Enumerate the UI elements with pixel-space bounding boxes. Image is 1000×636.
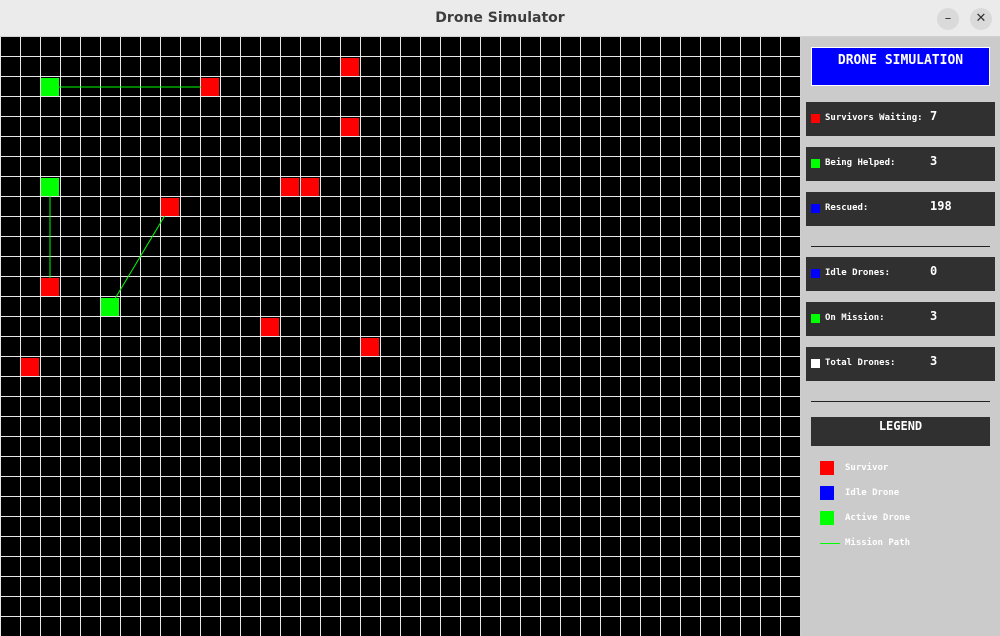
active-drone-marker[interactable] (101, 298, 119, 316)
simulation-grid[interactable] (0, 37, 800, 636)
legend-label: Mission Path (845, 538, 911, 548)
stat-value: 3 (930, 154, 938, 168)
legend-label: Active Drone (845, 513, 911, 523)
active-drone-swatch-icon (820, 511, 834, 525)
stat-idle-drones: Idle Drones: 0 (806, 257, 995, 291)
stat-total-drones: Total Drones: 3 (806, 347, 995, 381)
stat-label: Total Drones: (825, 358, 896, 368)
survivor-marker[interactable] (261, 318, 279, 336)
stat-value: 3 (930, 354, 938, 368)
idle-drone-swatch-icon (811, 269, 820, 278)
survivor-marker[interactable] (21, 358, 39, 376)
stats-panel: DRONE SIMULATION Survivors Waiting: 7 Be… (801, 37, 1000, 636)
drone-swatch-icon (811, 359, 820, 368)
stat-label: Idle Drones: (825, 268, 891, 278)
survivor-marker[interactable] (341, 58, 359, 76)
idle-drone-swatch-icon (811, 204, 820, 213)
survivor-marker[interactable] (361, 338, 379, 356)
stat-rescued: Rescued: 198 (806, 192, 995, 226)
stat-label: Survivors Waiting: (825, 113, 923, 123)
active-drone-marker[interactable] (41, 78, 59, 96)
section-divider (811, 246, 990, 247)
survivor-marker[interactable] (341, 118, 359, 136)
active-drone-marker[interactable] (41, 178, 59, 196)
survivor-swatch-icon (820, 461, 834, 475)
stat-label: Rescued: (825, 203, 869, 213)
stat-survivors-waiting: Survivors Waiting: 7 (806, 102, 995, 136)
stat-label: Being Helped: (825, 158, 896, 168)
stat-value: 198 (930, 199, 952, 213)
stat-being-helped: Being Helped: 3 (806, 147, 995, 181)
minimize-button[interactable]: – (937, 8, 959, 30)
idle-drone-swatch-icon (820, 486, 834, 500)
stat-value: 3 (930, 309, 938, 323)
legend-label: Survivor (845, 463, 889, 473)
survivor-marker[interactable] (301, 178, 319, 196)
survivor-marker[interactable] (41, 278, 59, 296)
mission-path-line-icon (820, 543, 840, 544)
legend-label: Idle Drone (845, 488, 900, 498)
close-button[interactable]: ✕ (970, 8, 992, 30)
panel-title: DRONE SIMULATION (811, 47, 990, 86)
stat-label: On Mission: (825, 313, 885, 323)
mission-path (109, 206, 171, 308)
active-drone-swatch-icon (811, 159, 820, 168)
window-title: Drone Simulator (435, 10, 565, 26)
survivor-marker[interactable] (201, 78, 219, 96)
stat-value: 7 (930, 109, 938, 123)
survivor-marker[interactable] (161, 198, 179, 216)
legend-title: LEGEND (811, 417, 990, 446)
window-titlebar: Drone Simulator – ✕ (0, 0, 1000, 37)
grid-overlay (21, 58, 379, 376)
active-drone-swatch-icon (811, 314, 820, 323)
stat-value: 0 (930, 264, 938, 278)
survivor-swatch-icon (811, 114, 820, 123)
stat-on-mission: On Mission: 3 (806, 302, 995, 336)
survivor-marker[interactable] (281, 178, 299, 196)
section-divider (811, 401, 990, 402)
